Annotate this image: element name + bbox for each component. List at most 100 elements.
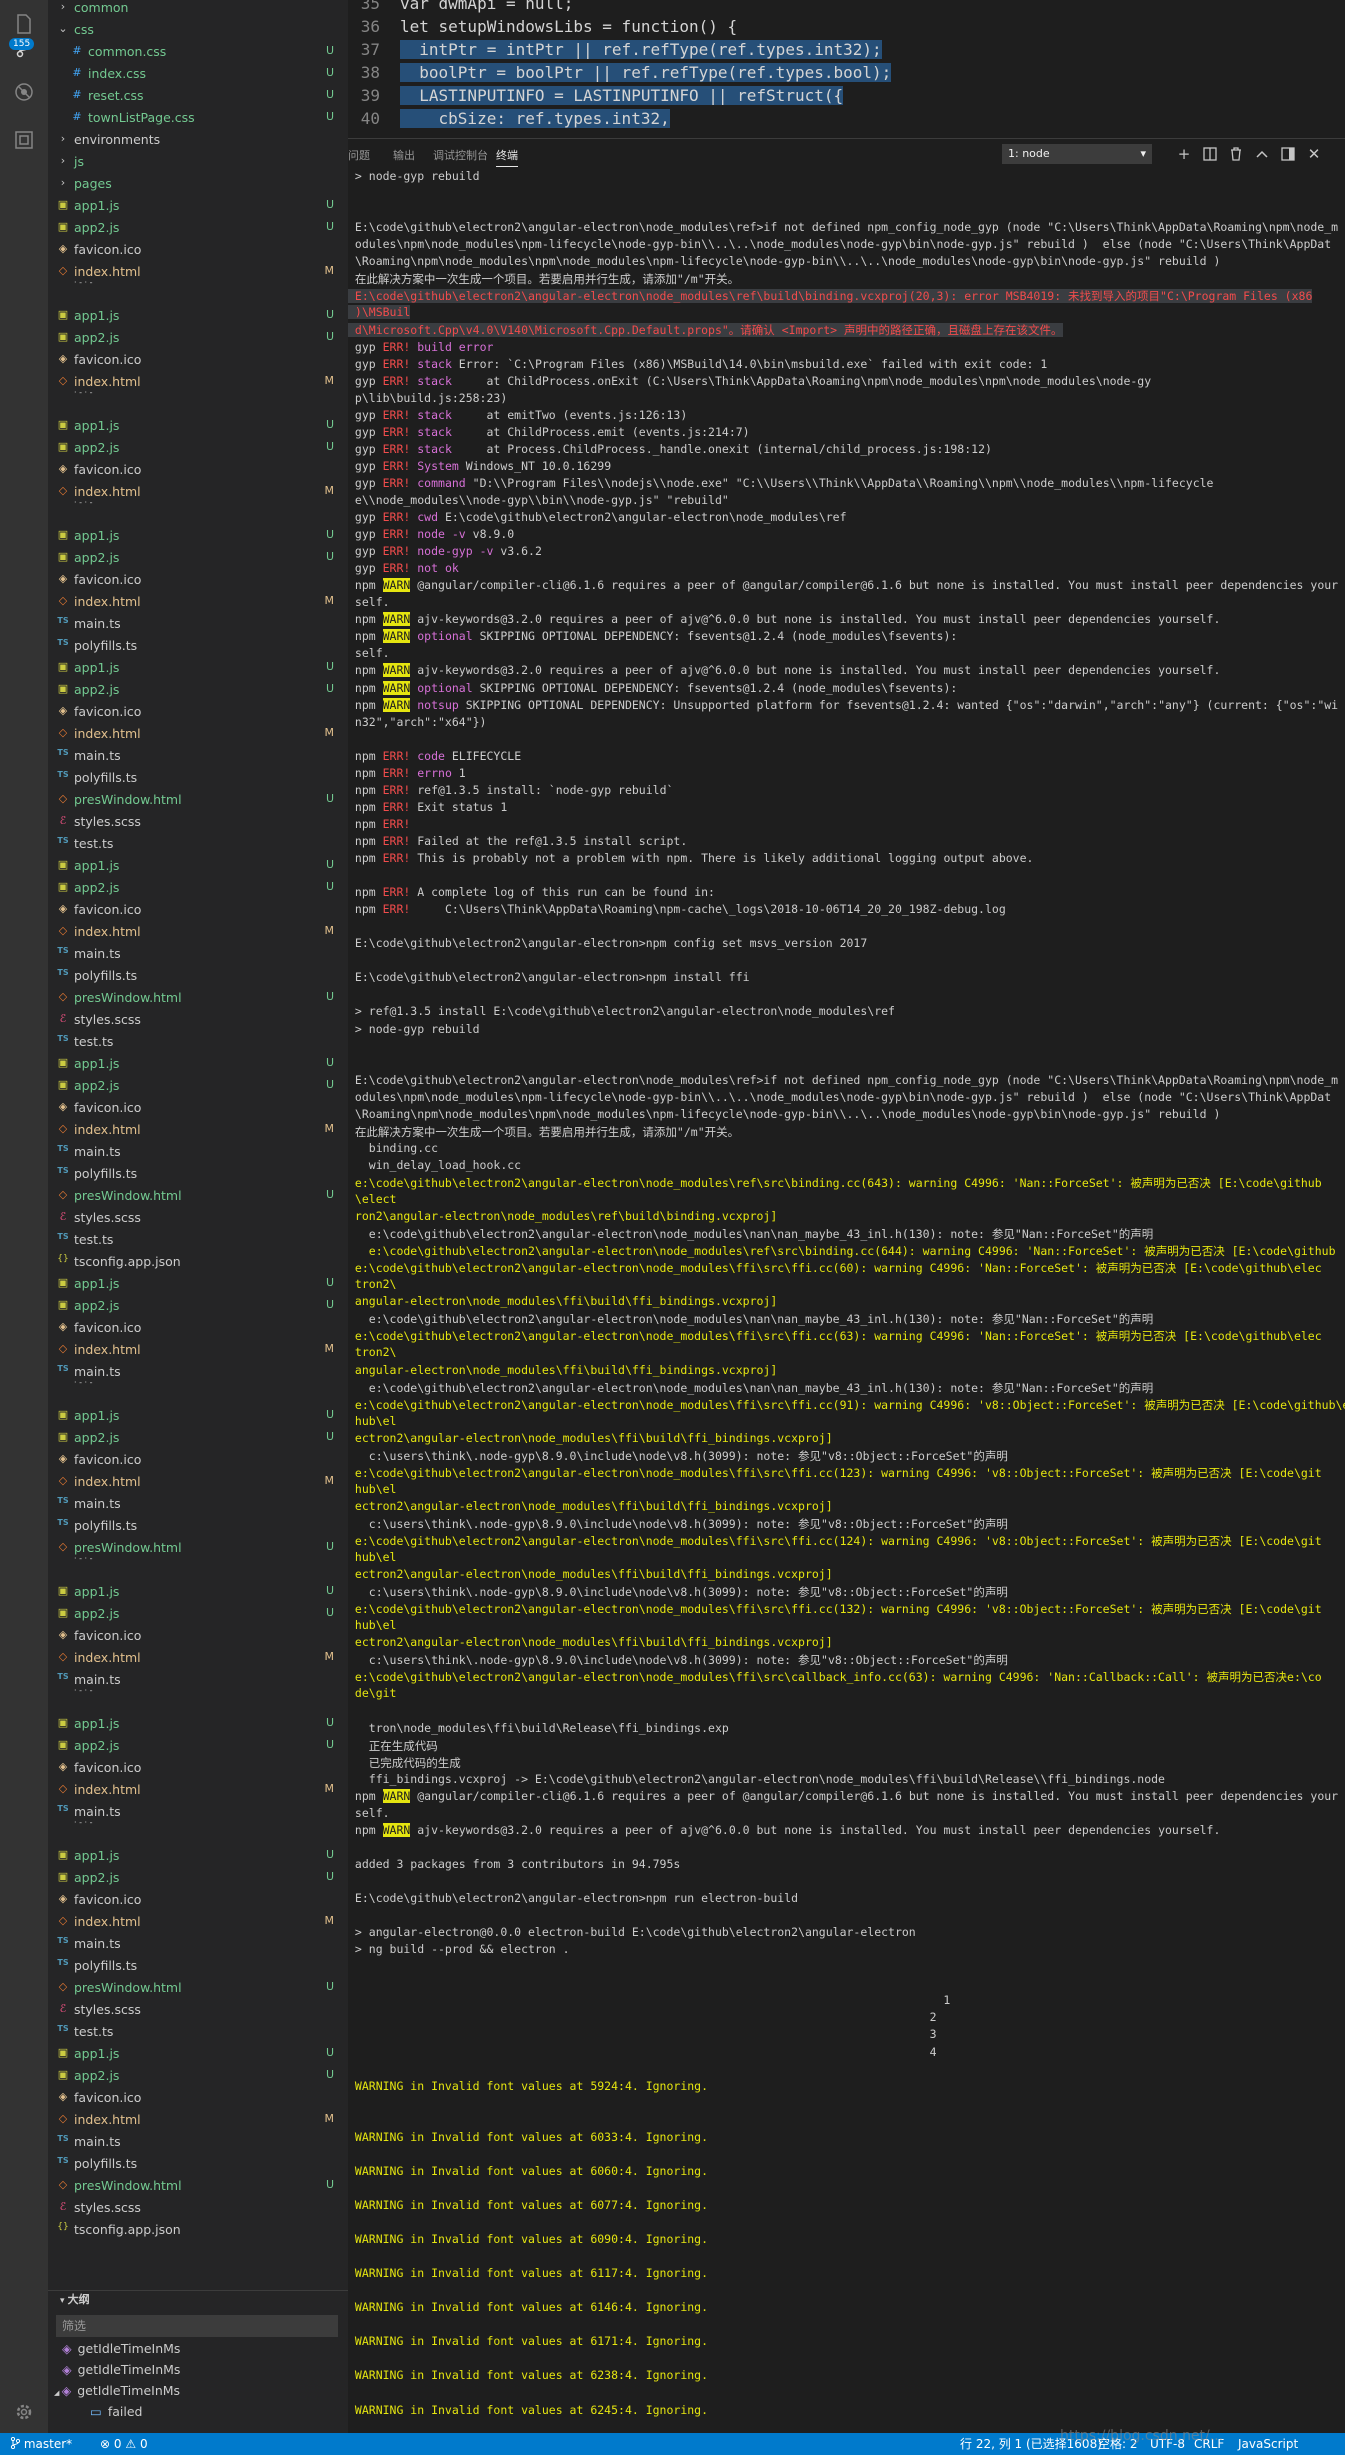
terminal-selector[interactable]: 1: node ▾: [1002, 144, 1152, 164]
panel-tab[interactable]: 问题: [348, 147, 370, 163]
file-item[interactable]: · ‐ · ‐: [48, 1686, 348, 1716]
file-item[interactable]: ◇ presWindow.html U: [48, 792, 348, 814]
file-item[interactable]: TS polyfills.ts: [48, 638, 348, 660]
file-item[interactable]: ◈ favicon.ico: [48, 902, 348, 924]
file-item[interactable]: ▣ app2.js U: [48, 2068, 348, 2090]
panel-tab[interactable]: 调试控制台: [433, 147, 488, 163]
outline-item[interactable]: ▭ failed: [48, 2404, 348, 2425]
file-item[interactable]: ▣ app2.js U: [48, 682, 348, 704]
file-item[interactable]: · ‐ · ‐: [48, 1818, 348, 1848]
language-mode[interactable]: JavaScript: [1238, 2433, 1298, 2455]
file-item[interactable]: ▣ app1.js U: [48, 858, 348, 880]
file-item[interactable]: TS test.ts: [48, 1034, 348, 1056]
file-item[interactable]: TS polyfills.ts: [48, 770, 348, 792]
file-item[interactable]: ◇ index.html M: [48, 1342, 348, 1364]
file-item[interactable]: ▣ app2.js U: [48, 1738, 348, 1760]
file-item[interactable]: TS main.ts: [48, 946, 348, 968]
outline-header[interactable]: ▾ 大纲: [48, 2291, 348, 2311]
file-item[interactable]: ◈ favicon.ico: [48, 572, 348, 594]
file-item[interactable]: ◇ presWindow.html U: [48, 990, 348, 1012]
folder-item[interactable]: › common: [48, 0, 348, 22]
file-item[interactable]: ▣ app2.js U: [48, 880, 348, 902]
file-item[interactable]: TS main.ts: [48, 1496, 348, 1518]
folder-item[interactable]: › environments: [48, 132, 348, 154]
file-item[interactable]: ▣ app1.js U: [48, 1056, 348, 1078]
file-item[interactable]: TS main.ts: [48, 616, 348, 638]
file-item[interactable]: ◇ presWindow.html U: [48, 1188, 348, 1210]
file-item[interactable]: TS polyfills.ts: [48, 968, 348, 990]
file-item[interactable]: ▣ app2.js U: [48, 1078, 348, 1100]
debug-icon[interactable]: [0, 70, 48, 114]
file-item[interactable]: ◇ index.html M: [48, 484, 348, 506]
file-item[interactable]: ▣ app1.js U: [48, 1584, 348, 1606]
file-item[interactable]: ▣ app2.js U: [48, 550, 348, 572]
file-item[interactable]: # reset.css U: [48, 88, 348, 110]
file-item[interactable]: ◇ index.html M: [48, 726, 348, 748]
outline-item[interactable]: ◢ ◈ getIdleTimeInMs: [48, 2383, 348, 2404]
file-item[interactable]: ◇ index.html M: [48, 1122, 348, 1144]
file-item[interactable]: ▣ app1.js U: [48, 1716, 348, 1738]
file-item[interactable]: ◇ presWindow.html U: [48, 2178, 348, 2200]
file-item[interactable]: ▣ app1.js U: [48, 198, 348, 220]
file-item[interactable]: ◇ presWindow.html U: [48, 1980, 348, 2002]
outline-item[interactable]: ◈ getIdleTimeInMs: [48, 2341, 348, 2362]
file-item[interactable]: ◈ favicon.ico: [48, 1760, 348, 1782]
file-item[interactable]: ▣ app2.js U: [48, 220, 348, 242]
file-item[interactable]: TS polyfills.ts: [48, 1958, 348, 1980]
file-item[interactable]: ℰstyles.scss: [48, 1210, 348, 1232]
file-item[interactable]: · ‐ · ‐: [48, 498, 348, 528]
file-item[interactable]: ◈ favicon.ico: [48, 1100, 348, 1122]
file-item[interactable]: {} tsconfig.app.json: [48, 1254, 348, 1276]
file-item[interactable]: TS main.ts: [48, 1672, 348, 1694]
file-item[interactable]: ◈ favicon.ico: [48, 1628, 348, 1650]
file-item[interactable]: ℰstyles.scss: [48, 2002, 348, 2024]
extensions-icon[interactable]: [0, 118, 48, 162]
trash-icon[interactable]: [1225, 143, 1247, 165]
branch-indicator[interactable]: master*: [10, 2433, 72, 2455]
panel-tab[interactable]: 终端: [496, 147, 518, 167]
split-terminal-icon[interactable]: [1199, 143, 1221, 165]
folder-item[interactable]: › pages: [48, 176, 348, 198]
file-item[interactable]: · ‐ · ‐: [48, 388, 348, 418]
file-item[interactable]: ▣ app2.js U: [48, 1430, 348, 1452]
file-item[interactable]: ▣ app1.js U: [48, 1848, 348, 1870]
new-terminal-icon[interactable]: +: [1173, 143, 1195, 165]
settings-gear-icon[interactable]: [0, 2390, 48, 2434]
file-item[interactable]: ▣ app2.js U: [48, 440, 348, 462]
file-item[interactable]: TS polyfills.ts: [48, 1518, 348, 1540]
file-item[interactable]: ◇ index.html M: [48, 924, 348, 946]
file-item[interactable]: ℰstyles.scss: [48, 2200, 348, 2222]
file-item[interactable]: ▣ app1.js U: [48, 1276, 348, 1298]
file-item[interactable]: ◈ favicon.ico: [48, 1892, 348, 1914]
file-item[interactable]: · ‐ · ‐: [48, 278, 348, 308]
problems-indicator[interactable]: ⊗ 0 ⚠ 0: [100, 2433, 148, 2455]
panel-tab[interactable]: 输出: [393, 147, 415, 163]
file-item[interactable]: ◇ index.html M: [48, 374, 348, 396]
file-item[interactable]: # townListPage.css U: [48, 110, 348, 132]
file-item[interactable]: TS polyfills.ts: [48, 2156, 348, 2178]
file-item[interactable]: · ‐ · ‐: [48, 1378, 348, 1408]
file-item[interactable]: ▣ app1.js U: [48, 418, 348, 440]
file-item[interactable]: ◈ favicon.ico: [48, 1452, 348, 1474]
outline-item[interactable]: ◈ getIdleTimeInMs: [48, 2362, 348, 2383]
file-item[interactable]: TS main.ts: [48, 748, 348, 770]
file-item[interactable]: ◇ index.html M: [48, 1914, 348, 1936]
file-item[interactable]: TS test.ts: [48, 2024, 348, 2046]
file-item[interactable]: ▣ app1.js U: [48, 528, 348, 550]
panel-layout-icon[interactable]: [1277, 143, 1299, 165]
file-item[interactable]: ▣ app1.js U: [48, 308, 348, 330]
folder-item[interactable]: ⌄ css: [48, 22, 348, 44]
file-item[interactable]: ℰstyles.scss: [48, 1012, 348, 1034]
file-item[interactable]: ℰstyles.scss: [48, 814, 348, 836]
folder-item[interactable]: › js: [48, 154, 348, 176]
file-item[interactable]: ◈ favicon.ico: [48, 1320, 348, 1342]
file-item[interactable]: ▣ app2.js U: [48, 1870, 348, 1892]
file-item[interactable]: ◇ presWindow.html U: [48, 1540, 348, 1562]
chevron-down-icon[interactable]: ◢: [54, 2389, 62, 2397]
file-item[interactable]: TS polyfills.ts: [48, 1166, 348, 1188]
file-item[interactable]: ◇ index.html M: [48, 1650, 348, 1672]
file-item[interactable]: ▣ app1.js U: [48, 660, 348, 682]
file-item[interactable]: ◈ favicon.ico: [48, 704, 348, 726]
file-item[interactable]: TS main.ts: [48, 1804, 348, 1826]
file-item[interactable]: ▣ app1.js U: [48, 2046, 348, 2068]
